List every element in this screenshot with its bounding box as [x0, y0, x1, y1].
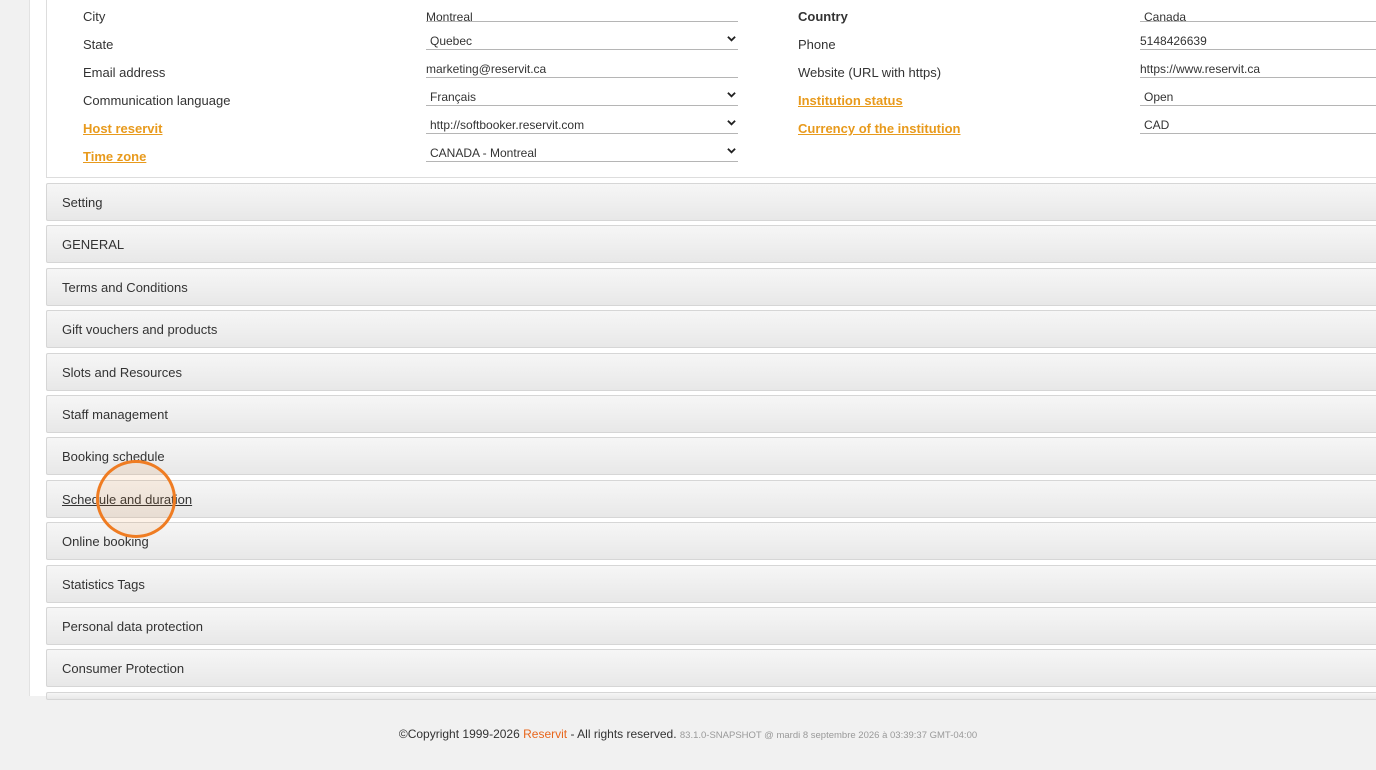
currency-field[interactable]: CAD [1140, 109, 1376, 134]
email-label: Email address [83, 65, 166, 80]
section-schedule-and-duration[interactable]: Schedule and duration [46, 479, 1376, 518]
website-label: Website (URL with https) [798, 65, 942, 80]
version-text: 83.1.0-SNAPSHOT @ mardi 8 septembre 2026… [679, 730, 978, 741]
section-staff-management[interactable]: Staff management [46, 394, 1376, 433]
website-field[interactable]: https://www.reservit.ca [1140, 53, 1376, 78]
city-label: City [83, 9, 106, 24]
host-reservit-link[interactable]: Host reservit [83, 121, 162, 136]
accordion-sections: Setting GENERAL Terms and Conditions Gif… [46, 183, 1376, 704]
language-select[interactable]: Français [426, 81, 738, 106]
footer: ©Copyright 1999-2026 Reservit - All righ… [0, 727, 1376, 741]
chevron-down-icon [727, 148, 736, 154]
institution-status-link[interactable]: Institution status [798, 93, 903, 108]
section-statistics-tags[interactable]: Statistics Tags [46, 564, 1376, 603]
section-personal-data-protection[interactable]: Personal data protection [46, 606, 1376, 645]
phone-field[interactable]: 5148426639 [1140, 25, 1376, 50]
section-slots-and-resources[interactable]: Slots and Resources [46, 352, 1376, 391]
section-consumer-protection[interactable]: Consumer Protection [46, 649, 1376, 688]
state-label: State [83, 37, 114, 52]
copyright-text: ©Copyright 1999-2026 [398, 727, 520, 741]
chevron-down-icon [727, 92, 736, 98]
email-field[interactable]: marketing@reservit.ca [426, 53, 738, 78]
address-form: City Montreal State Quebec Email address… [46, 0, 1376, 178]
phone-label: Phone [798, 37, 836, 52]
reservit-link[interactable]: Reservit [523, 727, 567, 741]
section-partial[interactable] [46, 691, 1376, 700]
section-general[interactable]: GENERAL [46, 225, 1376, 264]
section-setting[interactable]: Setting [46, 183, 1376, 221]
chevron-down-icon [727, 36, 736, 42]
country-field[interactable]: Canada [1140, 0, 1376, 22]
currency-link[interactable]: Currency of the institution [798, 121, 961, 136]
section-terms-and-conditions[interactable]: Terms and Conditions [46, 267, 1376, 306]
main-content: City Montreal State Quebec Email address… [30, 0, 1376, 700]
chevron-down-icon [727, 120, 736, 126]
state-select[interactable]: Quebec [426, 25, 738, 50]
timezone-select[interactable]: CANADA - Montreal [426, 137, 738, 162]
section-booking-schedule[interactable]: Booking schedule [46, 437, 1376, 476]
section-gift-vouchers[interactable]: Gift vouchers and products [46, 310, 1376, 349]
language-label: Communication language [83, 93, 231, 108]
status-field[interactable]: Open [1140, 81, 1376, 106]
rights-text: - All rights reserved. [570, 727, 677, 741]
left-gutter [0, 0, 30, 696]
time-zone-link[interactable]: Time zone [83, 149, 146, 164]
section-online-booking[interactable]: Online booking [46, 522, 1376, 561]
country-label: Country [798, 9, 848, 24]
host-select[interactable]: http://softbooker.reservit.com [426, 109, 738, 134]
city-field[interactable]: Montreal [426, 0, 738, 22]
